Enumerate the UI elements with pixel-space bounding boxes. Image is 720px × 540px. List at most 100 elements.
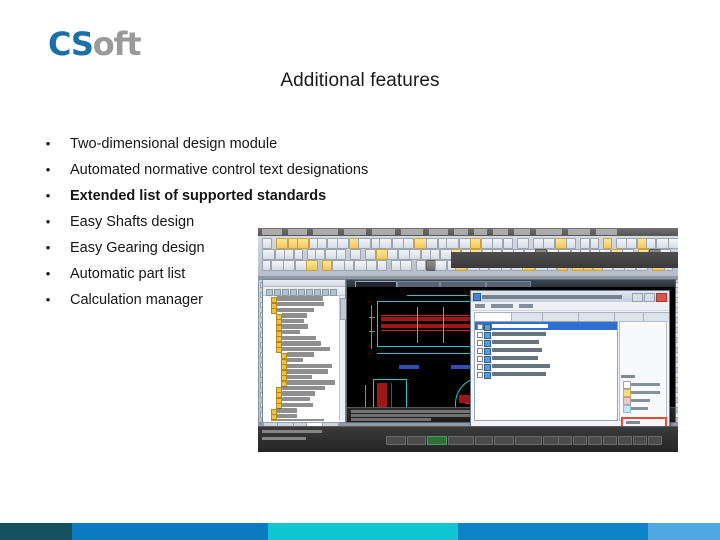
tray-icon[interactable]	[558, 436, 572, 445]
toolbar-button[interactable]	[322, 260, 332, 271]
toolbar-button[interactable]	[458, 238, 471, 249]
tree-tool-button[interactable]	[298, 288, 305, 296]
dialog-tree-list[interactable]	[474, 321, 618, 421]
tree-tool-button[interactable]	[306, 288, 313, 296]
tray-icon[interactable]	[648, 436, 662, 445]
toolbar-button[interactable]	[306, 260, 318, 271]
tree-node[interactable]	[263, 419, 340, 421]
tree-tool-button[interactable]	[314, 288, 321, 296]
menubar-item[interactable]	[401, 229, 423, 235]
menubar-item[interactable]	[474, 229, 487, 235]
toolbar-button[interactable]	[430, 249, 440, 260]
menubar-item[interactable]	[596, 229, 617, 235]
toolbar-button[interactable]	[426, 238, 438, 249]
tree-tool-button[interactable]	[282, 288, 289, 296]
toolbar-button[interactable]	[284, 249, 294, 260]
status-toggle[interactable]	[448, 436, 474, 445]
toolbar-button[interactable]	[336, 249, 346, 260]
toolbar-button[interactable]	[425, 260, 436, 271]
toolbar-button[interactable]	[655, 238, 669, 249]
toolbar-button[interactable]	[416, 260, 426, 271]
toolbar-button[interactable]	[337, 238, 349, 249]
tree-scrollbar[interactable]	[339, 296, 347, 421]
toolbar-button[interactable]	[435, 260, 447, 271]
tree-tool-button[interactable]	[290, 288, 297, 296]
toolbar-button[interactable]	[502, 238, 513, 249]
toolbar-button[interactable]	[376, 260, 387, 271]
toolbar-button[interactable]	[350, 249, 361, 260]
toolbar-button[interactable]	[532, 238, 544, 249]
tree-node-list[interactable]	[263, 296, 340, 421]
toolbar-button[interactable]	[636, 238, 647, 249]
tray-icon[interactable]	[618, 436, 632, 445]
status-toggle[interactable]	[494, 436, 514, 445]
toolbar-button[interactable]	[439, 249, 452, 260]
toolbar-button[interactable]	[390, 260, 401, 271]
dialog-tree-row[interactable]	[475, 354, 617, 363]
toolbar-button[interactable]	[646, 238, 656, 249]
toolbar-button[interactable]	[365, 249, 376, 260]
status-toggle[interactable]	[475, 436, 493, 445]
toolbar-button[interactable]	[324, 249, 337, 260]
dialog-menu-item[interactable]	[519, 304, 533, 308]
toolbar-button[interactable]	[293, 249, 303, 260]
toolbar-button[interactable]	[480, 238, 493, 249]
toolbar-button[interactable]	[589, 238, 599, 249]
dialog-tab-bar[interactable]	[474, 312, 669, 322]
dialog-menubar[interactable]	[471, 302, 669, 311]
toolbar-button[interactable]	[331, 260, 345, 271]
toolbar-button[interactable]	[566, 238, 576, 249]
dialog-tree-row[interactable]	[475, 330, 617, 339]
tray-icon[interactable]	[588, 436, 602, 445]
dialog-tree-row[interactable]	[475, 362, 617, 371]
toolbar-button[interactable]	[262, 238, 272, 249]
toolbar-button[interactable]	[668, 238, 678, 249]
toolbar-button[interactable]	[516, 238, 529, 249]
expand-icon[interactable]	[477, 372, 483, 378]
tree-tool-button[interactable]	[266, 288, 273, 296]
toolbar-button[interactable]	[326, 238, 338, 249]
toolbar-button[interactable]	[403, 238, 414, 249]
tray-icon[interactable]	[603, 436, 617, 445]
tray-icon[interactable]	[633, 436, 647, 445]
toolbar-button[interactable]	[397, 249, 410, 260]
menubar-item[interactable]	[493, 229, 508, 235]
tree-tool-button[interactable]	[330, 288, 337, 296]
menubar-item[interactable]	[454, 229, 468, 235]
menubar-item[interactable]	[568, 229, 590, 235]
status-toggle[interactable]	[427, 436, 447, 445]
toolbar-button[interactable]	[353, 260, 367, 271]
toolbar-button[interactable]	[262, 260, 271, 271]
menubar-item[interactable]	[262, 229, 282, 235]
toolbar-button[interactable]	[294, 260, 307, 271]
toolbar-button[interactable]	[315, 249, 325, 260]
toolbar-button[interactable]	[317, 238, 327, 249]
toolbar-button[interactable]	[262, 249, 275, 260]
toolbar-button[interactable]	[366, 260, 377, 271]
menubar-item[interactable]	[313, 229, 338, 235]
toolbar-button[interactable]	[420, 249, 431, 260]
toolbar-button[interactable]	[400, 260, 412, 271]
menubar-item[interactable]	[429, 229, 448, 235]
toolbar-button[interactable]	[274, 249, 285, 260]
dialog-tree-row[interactable]	[475, 322, 617, 331]
status-toggle[interactable]	[407, 436, 426, 445]
dialog-menu-item[interactable]	[491, 304, 513, 308]
menubar-item[interactable]	[372, 229, 395, 235]
tree-panel-toolbar[interactable]	[263, 287, 345, 296]
toolbar-button[interactable]	[387, 249, 398, 260]
toolbar-button[interactable]	[276, 238, 288, 249]
toolbar-button[interactable]	[446, 238, 459, 249]
toolbar-button[interactable]	[287, 238, 298, 249]
toolbar-button[interactable]	[297, 238, 309, 249]
menubar-item[interactable]	[344, 229, 366, 235]
minimize-icon[interactable]	[632, 293, 643, 302]
status-toggle[interactable]	[386, 436, 406, 445]
toolbar-button[interactable]	[348, 238, 359, 249]
tree-tool-button[interactable]	[274, 288, 281, 296]
toolbar-button[interactable]	[358, 238, 371, 249]
toolbar-button[interactable]	[379, 238, 392, 249]
toolbar-button[interactable]	[270, 260, 284, 271]
dialog-tree-row[interactable]	[475, 338, 617, 347]
toolbar-button[interactable]	[470, 238, 481, 249]
